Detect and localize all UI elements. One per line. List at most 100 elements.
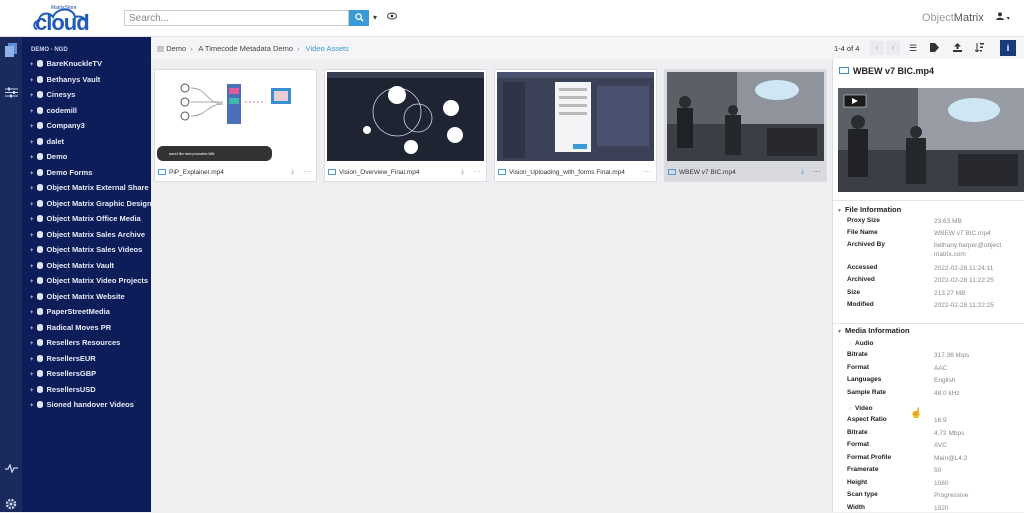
- media-information-header[interactable]: ▼ Media Information: [837, 326, 910, 335]
- breadcrumb-current[interactable]: Video Assets: [306, 44, 349, 53]
- property-label: Proxy Size: [847, 217, 880, 224]
- asset-card[interactable]: want it like main production Wiki PiP_Ex…: [154, 69, 317, 182]
- asset-thumbnail[interactable]: [667, 72, 824, 161]
- expand-icon[interactable]: +: [30, 341, 34, 347]
- tree-item-label: Object Matrix Office Media: [46, 214, 141, 223]
- expand-icon[interactable]: +: [30, 124, 34, 130]
- user-menu[interactable]: ▾: [996, 12, 1010, 23]
- expand-icon[interactable]: +: [30, 109, 34, 115]
- tree-item[interactable]: + Demo Forms: [30, 168, 92, 180]
- more-options-icon[interactable]: ···: [473, 167, 481, 176]
- expand-icon[interactable]: +: [30, 295, 34, 301]
- property-label: Sample Rate: [847, 389, 887, 396]
- tree-item[interactable]: + Demo: [30, 152, 67, 164]
- tree-item[interactable]: + Bethanys Vault: [30, 75, 100, 87]
- download-icon[interactable]: ⤓: [801, 168, 804, 176]
- expand-icon[interactable]: +: [30, 310, 34, 316]
- more-options-icon[interactable]: ···: [303, 167, 311, 176]
- tree-item[interactable]: + Object Matrix Video Projects: [30, 276, 148, 288]
- chevron-right-icon[interactable]: ›: [886, 41, 900, 55]
- tree-item[interactable]: + ResellersEUR: [30, 354, 96, 366]
- expand-icon[interactable]: +: [30, 403, 34, 409]
- tree-item[interactable]: + Cinesys: [30, 90, 75, 102]
- tree-item[interactable]: + Object Matrix Website: [30, 292, 125, 304]
- tree-item[interactable]: + Object Matrix Sales Archive: [30, 230, 145, 242]
- video-preview[interactable]: [838, 88, 1024, 192]
- download-icon[interactable]: ⤓: [291, 168, 294, 176]
- expand-icon[interactable]: +: [30, 217, 34, 223]
- more-options-icon[interactable]: ···: [813, 167, 821, 176]
- info-icon[interactable]: i: [1000, 40, 1016, 56]
- asset-card[interactable]: Vision_Overview_Final.mp4 ⤓ ···: [324, 69, 487, 182]
- expand-icon[interactable]: +: [30, 62, 34, 68]
- asset-thumbnail[interactable]: [497, 72, 654, 161]
- expand-icon[interactable]: +: [30, 155, 34, 161]
- top-bar: MatrixStore cloud Search... ▾ ObjectMatr…: [0, 0, 1024, 37]
- property-label: Format: [847, 441, 870, 448]
- sliders-icon[interactable]: [0, 87, 22, 101]
- asset-card-selected[interactable]: WBEW v7 BIC.mp4 ⤓ ···: [664, 69, 827, 182]
- tree-item[interactable]: + Object Matrix Sales Videos: [30, 245, 142, 257]
- more-options-icon[interactable]: ···: [643, 167, 651, 176]
- expand-icon[interactable]: +: [30, 388, 34, 394]
- tree-item[interactable]: + ResellersUSD: [30, 385, 96, 397]
- database-icon: [36, 354, 43, 362]
- activity-icon[interactable]: [0, 462, 22, 476]
- asset-thumbnail[interactable]: want it like main production Wiki: [157, 72, 314, 161]
- tag-icon[interactable]: [930, 43, 939, 54]
- search-input[interactable]: Search...: [124, 10, 349, 26]
- expand-icon[interactable]: +: [30, 202, 34, 208]
- breadcrumb-item[interactable]: A Timecode Metadata Demo: [198, 44, 293, 53]
- tree-item[interactable]: + Sioned handover Videos: [30, 400, 134, 412]
- expand-icon[interactable]: +: [30, 78, 34, 84]
- tree-item[interactable]: + Object Matrix Vault: [30, 261, 114, 273]
- app-logo[interactable]: MatrixStore cloud: [33, 3, 93, 35]
- asset-grid: want it like main production Wiki PiP_Ex…: [151, 59, 832, 512]
- chevron-left-icon[interactable]: ‹: [870, 41, 884, 55]
- audio-subheader[interactable]: ○ Audio: [849, 340, 873, 347]
- chevron-down-icon[interactable]: ▾: [373, 13, 377, 22]
- asset-name: Vision_Overview_Final.mp4: [339, 169, 420, 176]
- tree-item-label: Sioned handover Videos: [46, 400, 134, 409]
- tree-item[interactable]: + PaperStreetMedia: [30, 307, 110, 319]
- expand-icon[interactable]: +: [30, 326, 34, 332]
- list-view-icon[interactable]: ☰: [909, 43, 917, 54]
- tree-item[interactable]: + Object Matrix Graphic Design: [30, 199, 152, 211]
- tree-item[interactable]: + Object Matrix Office Media: [30, 214, 141, 226]
- expand-icon[interactable]: +: [30, 186, 34, 192]
- upload-icon[interactable]: [953, 43, 962, 54]
- tree-item[interactable]: + Company3: [30, 121, 85, 133]
- download-icon[interactable]: ⤓: [461, 168, 464, 176]
- expand-icon[interactable]: +: [30, 233, 34, 239]
- file-information-header[interactable]: ▼ File Information: [837, 205, 901, 214]
- tree-item-label: dalet: [46, 136, 65, 146]
- expand-icon[interactable]: +: [30, 248, 34, 254]
- tree-item[interactable]: + Radical Moves PR: [30, 323, 111, 335]
- tree-item[interactable]: + Object Matrix External Share: [30, 183, 149, 195]
- tree-item[interactable]: + codemill: [30, 106, 77, 118]
- sort-icon[interactable]: [974, 43, 984, 54]
- tree-item[interactable]: + BareKnuckleTV: [30, 59, 102, 71]
- expand-icon[interactable]: +: [30, 264, 34, 270]
- search-button[interactable]: [349, 10, 369, 26]
- expand-icon[interactable]: +: [30, 140, 34, 146]
- property-label: Archived: [847, 276, 875, 283]
- tree-item-label: Bethanys Vault: [46, 74, 101, 84]
- expand-icon[interactable]: +: [30, 372, 34, 378]
- gear-icon[interactable]: [0, 498, 22, 513]
- tree-item[interactable]: + dalet: [30, 137, 64, 149]
- tree-item[interactable]: + Resellers Resources: [30, 338, 120, 350]
- expand-icon[interactable]: +: [30, 171, 34, 177]
- expand-icon[interactable]: +: [30, 357, 34, 363]
- breadcrumb-item[interactable]: Demo: [166, 44, 186, 53]
- asset-thumbnail[interactable]: [327, 72, 484, 161]
- expand-icon[interactable]: +: [30, 279, 34, 285]
- tree-item[interactable]: + ResellersGBP: [30, 369, 96, 381]
- library-icon[interactable]: [0, 43, 22, 60]
- asset-card[interactable]: Vision_Uploading_with_forms Final.mp4 ··…: [494, 69, 657, 182]
- database-icon: [36, 246, 43, 253]
- expand-icon[interactable]: +: [30, 93, 34, 99]
- eye-icon[interactable]: [387, 12, 397, 22]
- video-subheader[interactable]: ○ Video: [849, 405, 873, 412]
- property-label: Aspect Ratio: [847, 416, 887, 423]
